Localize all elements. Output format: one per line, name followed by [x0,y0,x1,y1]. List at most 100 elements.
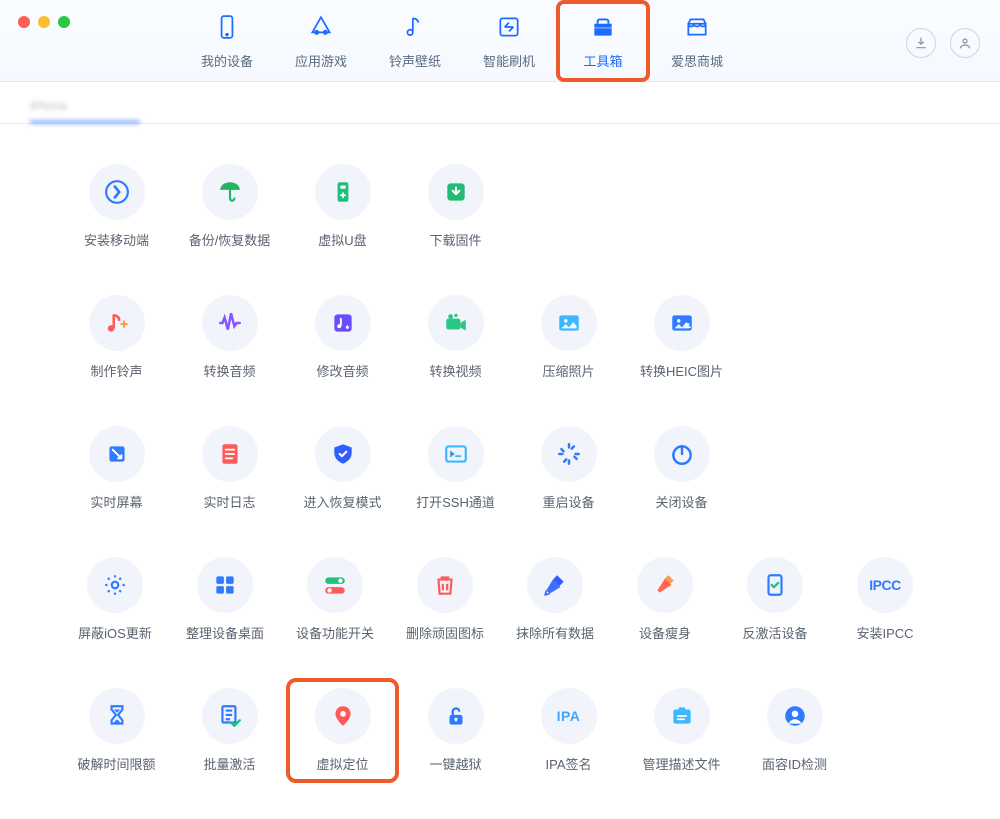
log-icon [202,426,258,482]
tool-label: 虚拟定位 [316,754,368,773]
gear-icon [87,557,143,613]
maximize-window-button[interactable] [58,16,70,28]
device-tabbar: iPhone [0,82,1000,124]
titlebar: 我的设备 应用游戏 铃声壁纸 智能刷机 工具箱 [0,0,1000,82]
restart-icon [541,426,597,482]
tool-label: 压缩照片 [542,361,594,380]
clean-icon [637,557,693,613]
minimize-window-button[interactable] [38,16,50,28]
profile-icon [654,688,710,744]
tool-label: 实时日志 [203,492,255,511]
tool-label: 屏蔽iOS更新 [78,623,152,642]
tool-feature-toggle[interactable]: 设备功能开关 [280,547,390,652]
nav-label: 工具箱 [583,51,622,70]
account-button[interactable] [950,28,980,58]
tool-delete-icons[interactable]: 删除顽固图标 [390,547,500,652]
hourglass-icon [89,688,145,744]
nav-ringtone-wallpaper[interactable]: 铃声壁纸 [368,0,462,82]
usb-icon [315,164,371,220]
video-icon [428,295,484,351]
nav-toolbox[interactable]: 工具箱 [556,0,650,82]
power-icon [654,426,710,482]
tool-realtime-screen[interactable]: 实时屏幕 [60,416,173,521]
tool-label: 删除顽固图标 [406,623,484,642]
tool-label: 反激活设备 [742,623,807,642]
tool-convert-heic[interactable]: 转换HEIC图片 [625,285,738,390]
nav-label: 我的设备 [201,51,253,70]
tool-block-ios-update[interactable]: 屏蔽iOS更新 [60,547,170,652]
tool-label: IPA签名 [546,754,592,773]
device-tab[interactable]: iPhone [30,99,140,123]
ringtone-icon [89,295,145,351]
tool-label: 转换视频 [429,361,481,380]
window-controls [18,16,70,28]
tool-recovery-mode[interactable]: 进入恢复模式 [286,416,399,521]
tool-label: 关闭设备 [655,492,707,511]
download-icon [428,164,484,220]
lock-icon [428,688,484,744]
tool-download-firmware[interactable]: 下载固件 [399,154,512,259]
tool-faceid-check[interactable]: 面容ID检测 [738,678,851,783]
tools-row-3: 实时屏幕 实时日志 进入恢复模式 打开SSH通道 重启设备 [60,416,940,521]
umbrella-icon [202,164,258,220]
nav-apps-games[interactable]: 应用游戏 [274,0,368,82]
tool-label: 安装移动端 [84,230,149,249]
store-icon [684,14,710,45]
flash-icon [496,14,522,45]
tool-label: 实时屏幕 [90,492,142,511]
top-nav: 我的设备 应用游戏 铃声壁纸 智能刷机 工具箱 [180,0,744,82]
tool-time-limit-crack[interactable]: 破解时间限额 [60,678,173,783]
tool-device-slim[interactable]: 设备瘦身 [610,547,720,652]
tool-convert-video[interactable]: 转换视频 [399,285,512,390]
tool-ipa-sign[interactable]: IPA IPA签名 [512,678,625,783]
tool-deactivate[interactable]: 反激活设备 [720,547,830,652]
toolbox-icon [590,14,616,45]
download-button[interactable] [906,28,936,58]
nav-my-device[interactable]: 我的设备 [180,0,274,82]
tool-shutdown-device[interactable]: 关闭设备 [625,416,738,521]
tool-label: 备份/恢复数据 [189,230,271,249]
tool-erase-all[interactable]: 抹除所有数据 [500,547,610,652]
trash-icon [417,557,473,613]
nav-label: 智能刷机 [483,51,535,70]
tool-install-mobile[interactable]: 安装移动端 [60,154,173,259]
tool-organize-desktop[interactable]: 整理设备桌面 [170,547,280,652]
tool-label: 打开SSH通道 [416,492,495,511]
nav-smart-flash[interactable]: 智能刷机 [462,0,556,82]
audio-edit-icon [315,295,371,351]
nav-label: 铃声壁纸 [389,51,441,70]
nav-label: 爱思商城 [671,51,723,70]
tool-virtual-location[interactable]: 虚拟定位 [286,678,399,783]
tool-restart-device[interactable]: 重启设备 [512,416,625,521]
tool-label: 下载固件 [429,230,481,249]
tool-open-ssh[interactable]: 打开SSH通道 [399,416,512,521]
close-window-button[interactable] [18,16,30,28]
ipa-icon: IPA [541,688,597,744]
toggle-icon [307,557,363,613]
nav-store[interactable]: 爱思商城 [650,0,744,82]
tool-install-ipcc[interactable]: IPCC 安装IPCC [830,547,940,652]
tool-backup-restore[interactable]: 备份/恢复数据 [173,154,286,259]
tool-edit-audio[interactable]: 修改音频 [286,285,399,390]
tools-row-4: 屏蔽iOS更新 整理设备桌面 设备功能开关 删除顽固图标 抹除所有数据 [60,547,940,652]
tool-manage-profiles[interactable]: 管理描述文件 [625,678,738,783]
grid-icon [197,557,253,613]
tool-virtual-usb[interactable]: 虚拟U盘 [286,154,399,259]
tool-realtime-log[interactable]: 实时日志 [173,416,286,521]
tool-label: 虚拟U盘 [318,230,366,249]
tool-jailbreak[interactable]: 一键越狱 [399,678,512,783]
tool-compress-photo[interactable]: 压缩照片 [512,285,625,390]
location-icon [315,688,371,744]
tool-convert-audio[interactable]: 转换音频 [173,285,286,390]
nav-label: 应用游戏 [295,51,347,70]
shield-icon [315,426,371,482]
tool-label: 管理描述文件 [642,754,720,773]
tools-row-2: 制作铃声 转换音频 修改音频 转换视频 压缩照片 [60,285,940,390]
faceid-icon [767,688,823,744]
deactivate-icon [747,557,803,613]
tool-batch-activate[interactable]: 批量激活 [173,678,286,783]
tool-make-ringtone[interactable]: 制作铃声 [60,285,173,390]
tool-label: 进入恢复模式 [303,492,381,511]
apps-icon [308,14,334,45]
photo-icon [541,295,597,351]
